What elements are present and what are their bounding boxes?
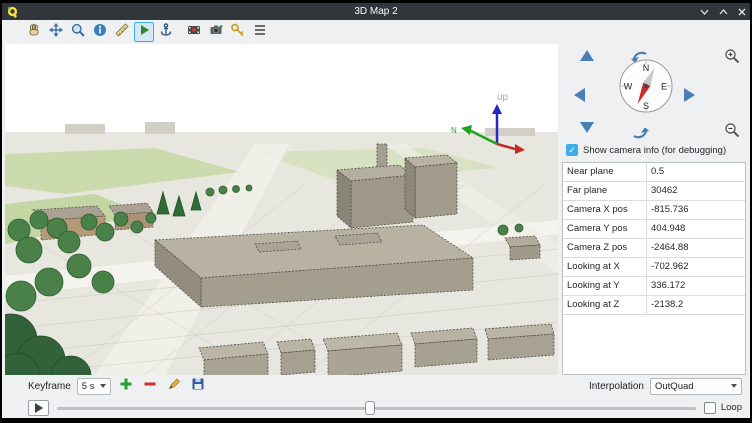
slider-track[interactable] bbox=[57, 407, 696, 410]
axis-north-label: N bbox=[451, 126, 457, 135]
row-label: Camera X pos bbox=[563, 201, 647, 219]
measure-button[interactable] bbox=[112, 22, 132, 42]
keyframe-label: Keyframe bbox=[28, 381, 71, 392]
compass[interactable]: N E S W bbox=[618, 58, 674, 119]
titlebar[interactable]: 3D Map 2 bbox=[2, 3, 750, 20]
save-image-button[interactable] bbox=[206, 22, 226, 42]
save-animation-button[interactable] bbox=[189, 377, 207, 395]
loop-checkbox[interactable]: ✓ bbox=[704, 402, 716, 414]
edit-keyframe-button[interactable] bbox=[165, 377, 183, 395]
window-title: 3D Map 2 bbox=[2, 6, 750, 17]
row-value: 0.5 bbox=[647, 163, 745, 181]
axis-up-label: up bbox=[497, 92, 509, 103]
camera-info-checkbox[interactable]: ✓ bbox=[566, 144, 578, 156]
interpolation-value: OutQuad bbox=[655, 381, 694, 392]
add-keyframe-button[interactable] bbox=[117, 377, 135, 395]
table-row: Looking at Z-2138.2 bbox=[563, 296, 745, 315]
compass-e-label: E bbox=[661, 82, 667, 92]
nav-up-button[interactable] bbox=[580, 50, 594, 61]
maximize-button[interactable] bbox=[719, 9, 728, 15]
remove-keyframe-button[interactable] bbox=[141, 377, 159, 395]
options-button[interactable] bbox=[228, 22, 248, 42]
row-label: Camera Z pos bbox=[563, 239, 647, 257]
screen: 3D Map 2 bbox=[0, 0, 752, 423]
play-icon bbox=[136, 22, 152, 43]
play-animation-button[interactable] bbox=[134, 22, 154, 42]
table-row: Camera Z pos-2464.88 bbox=[563, 239, 745, 258]
row-value: -2464.88 bbox=[647, 239, 745, 257]
zoom-full-button[interactable] bbox=[68, 22, 88, 42]
row-label: Looking at Z bbox=[563, 296, 647, 314]
row-label: Far plane bbox=[563, 182, 647, 200]
list-button[interactable] bbox=[250, 22, 270, 42]
show-info-button[interactable] bbox=[90, 22, 110, 42]
nav-right-button[interactable] bbox=[684, 88, 695, 102]
play-icon bbox=[35, 403, 43, 413]
chevron-down-icon bbox=[100, 384, 106, 388]
pencil-icon bbox=[167, 377, 181, 396]
compass-w-label: W bbox=[624, 82, 633, 92]
camera-info-table: Near plane0.5 Far plane30462 Camera X po… bbox=[562, 162, 746, 375]
row-value: -815.736 bbox=[647, 201, 745, 219]
film-icon bbox=[186, 22, 202, 43]
compass-s-label: S bbox=[643, 101, 649, 111]
compass-n-label: N bbox=[643, 63, 650, 73]
table-row: Camera X pos-815.736 bbox=[563, 201, 745, 220]
timeline-slider-handle[interactable] bbox=[365, 401, 375, 415]
play-button[interactable] bbox=[28, 400, 49, 416]
row-value: -702.962 bbox=[647, 258, 745, 276]
timeline-slider[interactable] bbox=[57, 400, 696, 416]
minus-icon bbox=[143, 377, 157, 396]
info-icon bbox=[92, 22, 108, 43]
row-label: Looking at Y bbox=[563, 277, 647, 295]
film-button[interactable] bbox=[184, 22, 204, 42]
anchor-icon bbox=[158, 22, 174, 43]
pan-button[interactable] bbox=[46, 22, 66, 42]
table-row: Near plane0.5 bbox=[563, 163, 745, 182]
table-row: Camera Y pos404.948 bbox=[563, 220, 745, 239]
zoom-in-button[interactable] bbox=[724, 48, 740, 69]
row-value: 30462 bbox=[647, 182, 745, 200]
toolbar bbox=[2, 20, 750, 44]
keyframe-select[interactable]: 5 s bbox=[77, 378, 112, 395]
chevron-down-icon bbox=[731, 384, 737, 388]
interpolation-select[interactable]: OutQuad bbox=[650, 378, 742, 395]
key-icon bbox=[230, 22, 246, 43]
close-button[interactable] bbox=[738, 8, 746, 16]
row-label: Camera Y pos bbox=[563, 220, 647, 238]
camera-icon bbox=[208, 22, 224, 43]
save-icon bbox=[191, 377, 205, 396]
minimize-button[interactable] bbox=[700, 9, 709, 15]
keyframe-bar: Keyframe 5 s Interpolation OutQuad bbox=[2, 375, 750, 397]
table-row: Looking at X-702.962 bbox=[563, 258, 745, 277]
table-row: Looking at Y336.172 bbox=[563, 277, 745, 296]
nav-down-button[interactable] bbox=[580, 122, 594, 133]
ruler-icon bbox=[114, 22, 130, 43]
zoom-out-button[interactable] bbox=[724, 122, 740, 143]
list-icon bbox=[252, 22, 268, 43]
row-label: Near plane bbox=[563, 163, 647, 181]
anchor-button[interactable] bbox=[156, 22, 176, 42]
map-3d-viewport[interactable]: up N bbox=[5, 44, 558, 375]
four-arrows-icon bbox=[48, 22, 64, 43]
interpolation-label: Interpolation bbox=[589, 381, 644, 392]
keyframe-value: 5 s bbox=[82, 381, 95, 392]
row-value: -2138.2 bbox=[647, 296, 745, 314]
row-value: 336.172 bbox=[647, 277, 745, 295]
loop-label: Loop bbox=[721, 402, 742, 413]
camera-info-checkbox-label: Show camera info (for debugging) bbox=[583, 145, 726, 156]
table-row: Far plane30462 bbox=[563, 182, 745, 201]
row-label: Looking at X bbox=[563, 258, 647, 276]
scene-3d: up N bbox=[5, 44, 558, 375]
magnifier-icon bbox=[70, 22, 86, 43]
transport-bar: ✓ Loop bbox=[2, 397, 750, 418]
qgis-3d-map-window: 3D Map 2 bbox=[2, 3, 750, 418]
plus-icon bbox=[119, 377, 133, 396]
row-value: 404.948 bbox=[647, 220, 745, 238]
camera-control-button[interactable] bbox=[24, 22, 44, 42]
camera-panel: N E S W ✓ Show camera info (for debuggin… bbox=[560, 44, 748, 375]
nav-left-button[interactable] bbox=[574, 88, 585, 102]
hand-icon bbox=[26, 22, 42, 43]
